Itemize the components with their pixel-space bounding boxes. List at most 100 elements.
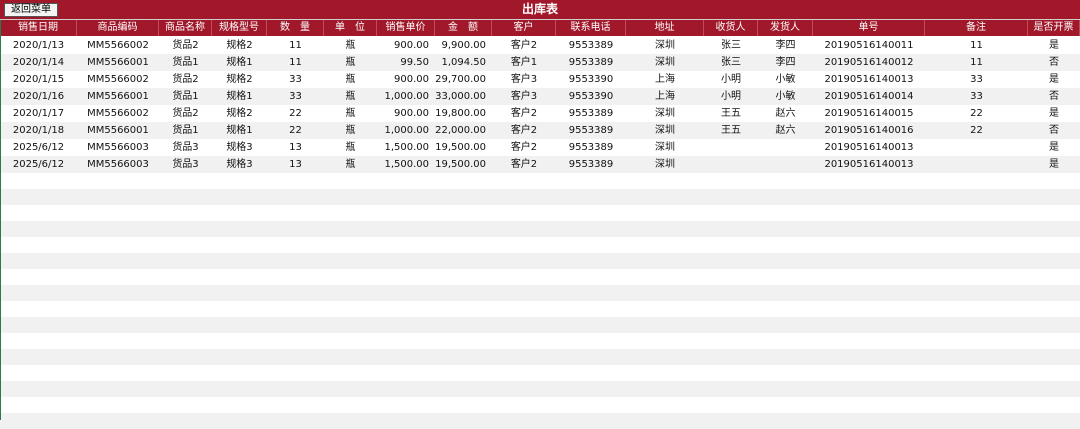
cell-date[interactable]: 2020/1/13 [0, 37, 77, 54]
cell-note[interactable]: 11 [925, 54, 1028, 71]
cell-receiver[interactable]: 小明 [704, 71, 758, 88]
column-header-invoiced[interactable]: 是否开票 [1028, 20, 1080, 36]
cell-customer[interactable]: 客户2 [492, 122, 556, 139]
cell-receiver[interactable] [704, 156, 758, 173]
cell-order-no[interactable]: 20190516140013 [813, 71, 925, 88]
cell-date[interactable]: 2020/1/15 [0, 71, 77, 88]
cell-phone[interactable]: 9553389 [556, 156, 626, 173]
back-to-menu-button[interactable]: 返回菜单 [4, 3, 58, 17]
column-header-code[interactable]: 商品编码 [77, 20, 159, 36]
cell-date[interactable]: 2020/1/16 [0, 88, 77, 105]
column-header-spec[interactable]: 规格型号 [212, 20, 267, 36]
cell-sender[interactable]: 赵六 [758, 122, 813, 139]
column-header-price[interactable]: 销售单价 [377, 20, 435, 36]
cell-address[interactable]: 深圳 [626, 139, 704, 156]
cell-receiver[interactable]: 小明 [704, 88, 758, 105]
cell-unit[interactable]: 瓶 [324, 139, 377, 156]
cell-code[interactable]: MM5566001 [77, 122, 159, 139]
cell-code[interactable]: MM5566001 [77, 88, 159, 105]
cell-order-no[interactable]: 20190516140013 [813, 139, 925, 156]
cell-phone[interactable]: 9553389 [556, 105, 626, 122]
cell-qty[interactable]: 22 [267, 122, 324, 139]
cell-customer[interactable]: 客户2 [492, 37, 556, 54]
cell-spec[interactable]: 规格1 [212, 122, 267, 139]
cell-unit[interactable]: 瓶 [324, 37, 377, 54]
cell-note[interactable]: 11 [925, 37, 1028, 54]
cell-receiver[interactable] [704, 139, 758, 156]
cell-unit[interactable]: 瓶 [324, 156, 377, 173]
cell-note[interactable] [925, 156, 1028, 173]
cell-price[interactable]: 900.00 [377, 71, 435, 88]
cell-qty[interactable]: 33 [267, 88, 324, 105]
cell-date[interactable]: 2020/1/18 [0, 122, 77, 139]
column-header-qty[interactable]: 数 量 [267, 20, 324, 36]
cell-code[interactable]: MM5566002 [77, 37, 159, 54]
cell-qty[interactable]: 33 [267, 71, 324, 88]
cell-invoiced[interactable]: 否 [1028, 54, 1080, 71]
cell-code[interactable]: MM5566002 [77, 105, 159, 122]
cell-receiver[interactable]: 王五 [704, 105, 758, 122]
cell-customer[interactable]: 客户3 [492, 71, 556, 88]
cell-invoiced[interactable]: 否 [1028, 88, 1080, 105]
cell-amount[interactable]: 9,900.00 [435, 37, 492, 54]
cell-note[interactable]: 33 [925, 88, 1028, 105]
cell-customer[interactable]: 客户2 [492, 139, 556, 156]
cell-price[interactable]: 900.00 [377, 105, 435, 122]
cell-qty[interactable]: 11 [267, 37, 324, 54]
cell-sender[interactable]: 李四 [758, 37, 813, 54]
cell-order-no[interactable]: 20190516140012 [813, 54, 925, 71]
cell-code[interactable]: MM5566003 [77, 156, 159, 173]
cell-invoiced[interactable]: 是 [1028, 71, 1080, 88]
cell-qty[interactable]: 22 [267, 105, 324, 122]
cell-note[interactable]: 33 [925, 71, 1028, 88]
cell-unit[interactable]: 瓶 [324, 54, 377, 71]
column-header-order-no[interactable]: 单号 [813, 20, 925, 36]
column-header-phone[interactable]: 联系电话 [556, 20, 626, 36]
cell-order-no[interactable]: 20190516140011 [813, 37, 925, 54]
cell-phone[interactable]: 9553390 [556, 71, 626, 88]
cell-qty[interactable]: 11 [267, 54, 324, 71]
cell-receiver[interactable]: 张三 [704, 54, 758, 71]
cell-customer[interactable]: 客户1 [492, 54, 556, 71]
cell-unit[interactable]: 瓶 [324, 105, 377, 122]
cell-name[interactable]: 货品2 [159, 105, 212, 122]
cell-code[interactable]: MM5566001 [77, 54, 159, 71]
column-header-customer[interactable]: 客户 [492, 20, 556, 36]
cell-price[interactable]: 99.50 [377, 54, 435, 71]
cell-sender[interactable] [758, 139, 813, 156]
cell-amount[interactable]: 29,700.00 [435, 71, 492, 88]
cell-invoiced[interactable]: 是 [1028, 37, 1080, 54]
cell-unit[interactable]: 瓶 [324, 71, 377, 88]
cell-spec[interactable]: 规格2 [212, 105, 267, 122]
cell-address[interactable]: 上海 [626, 71, 704, 88]
cell-amount[interactable]: 22,000.00 [435, 122, 492, 139]
cell-invoiced[interactable]: 否 [1028, 122, 1080, 139]
cell-unit[interactable]: 瓶 [324, 122, 377, 139]
column-header-address[interactable]: 地址 [626, 20, 704, 36]
cell-sender[interactable]: 小敏 [758, 88, 813, 105]
cell-address[interactable]: 深圳 [626, 122, 704, 139]
cell-date[interactable]: 2025/6/12 [0, 139, 77, 156]
cell-spec[interactable]: 规格2 [212, 71, 267, 88]
cell-amount[interactable]: 19,500.00 [435, 139, 492, 156]
cell-invoiced[interactable]: 是 [1028, 105, 1080, 122]
cell-receiver[interactable]: 王五 [704, 122, 758, 139]
cell-address[interactable]: 深圳 [626, 54, 704, 71]
cell-customer[interactable]: 客户2 [492, 105, 556, 122]
cell-order-no[interactable]: 20190516140016 [813, 122, 925, 139]
cell-note[interactable] [925, 139, 1028, 156]
cell-date[interactable]: 2025/6/12 [0, 156, 77, 173]
cell-name[interactable]: 货品3 [159, 139, 212, 156]
cell-code[interactable]: MM5566003 [77, 139, 159, 156]
cell-name[interactable]: 货品3 [159, 156, 212, 173]
cell-spec[interactable]: 规格1 [212, 54, 267, 71]
column-header-receiver[interactable]: 收货人 [704, 20, 758, 36]
cell-date[interactable]: 2020/1/17 [0, 105, 77, 122]
cell-price[interactable]: 900.00 [377, 37, 435, 54]
cell-phone[interactable]: 9553390 [556, 88, 626, 105]
cell-order-no[interactable]: 20190516140014 [813, 88, 925, 105]
cell-sender[interactable]: 赵六 [758, 105, 813, 122]
cell-code[interactable]: MM5566002 [77, 71, 159, 88]
cell-unit[interactable]: 瓶 [324, 88, 377, 105]
cell-spec[interactable]: 规格3 [212, 139, 267, 156]
